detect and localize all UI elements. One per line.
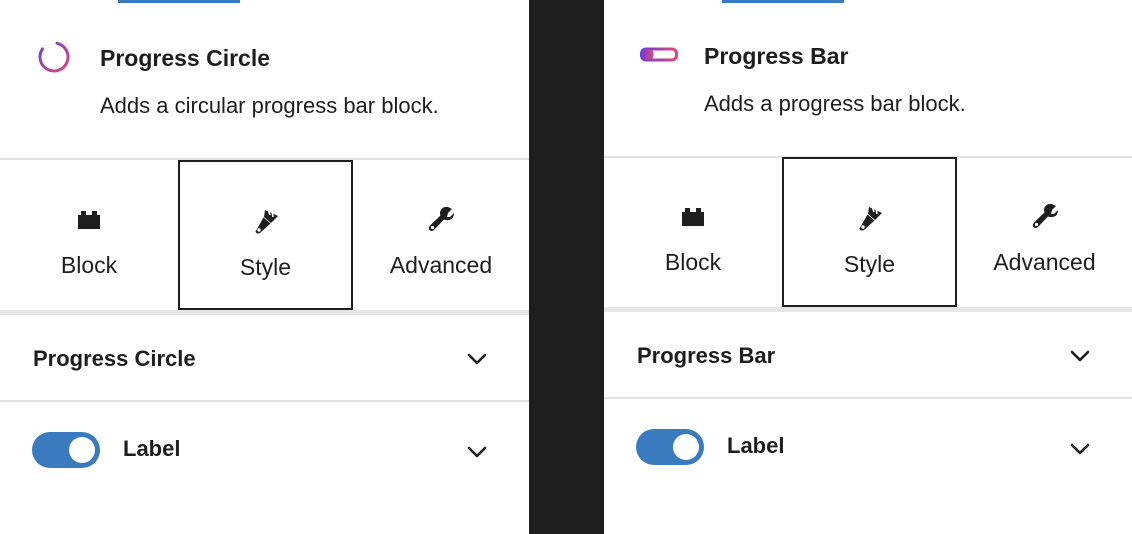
block-title: Progress Bar [704,43,849,69]
tab-advanced[interactable]: Advanced [353,160,529,310]
progress-circle-settings-panel[interactable]: Progress Circle [0,315,529,402]
chevron-down-icon[interactable] [1068,346,1092,366]
toggle-knob [69,437,95,463]
brush-icon [855,203,885,233]
toggle-knob [673,434,699,460]
block-title: Progress Circle [100,45,271,71]
tab-advanced[interactable]: Advanced [957,157,1132,307]
block-inspector-panel-right: Progress Bar Adds a progress bar block. … [604,0,1132,534]
tab-style-label: Style [239,254,292,280]
chevron-down-icon[interactable] [465,442,489,462]
panel-title: Progress Circle [33,346,196,371]
chevron-down-icon[interactable] [1068,439,1092,459]
wrench-icon [426,204,456,234]
panel-title: Progress Bar [637,343,776,368]
label-toggle-text: Label [727,433,785,458]
progress-bar-settings-panel[interactable]: Progress Bar [604,312,1132,399]
label-toggle[interactable] [636,429,704,465]
wrench-icon [1030,201,1060,231]
block-card: Progress Circle Adds a circular progress… [0,3,529,160]
tab-block[interactable]: Block [604,157,782,307]
block-icon [74,204,104,234]
label-settings-panel[interactable]: Label [0,404,529,491]
label-toggle-text: Label [123,436,181,461]
tab-style[interactable]: Style [782,157,957,307]
tab-style[interactable]: Style [178,160,353,310]
block-description: Adds a progress bar block. [704,91,966,116]
block-description: Adds a circular progress bar block. [100,93,439,118]
chevron-down-icon[interactable] [465,349,489,369]
block-card: Progress Bar Adds a progress bar block. [604,3,1132,158]
progress-circle-icon [36,39,72,80]
tab-block-label: Block [664,249,722,275]
progress-bar-icon [640,46,678,69]
tab-block[interactable]: Block [0,160,178,310]
tab-block-label: Block [60,252,118,278]
inspector-tabs: Block Style Advanced [604,157,1132,312]
block-icon [678,201,708,231]
inspector-tabs: Block Style Advanced [0,160,529,315]
label-toggle[interactable] [32,432,100,468]
tab-style-label: Style [843,251,896,277]
brush-icon [251,206,281,236]
tab-advanced-label: Advanced [389,252,493,278]
tab-advanced-label: Advanced [993,249,1096,275]
label-settings-panel[interactable]: Label [604,401,1132,488]
block-inspector-panel-left: Progress Circle Adds a circular progress… [0,0,529,534]
